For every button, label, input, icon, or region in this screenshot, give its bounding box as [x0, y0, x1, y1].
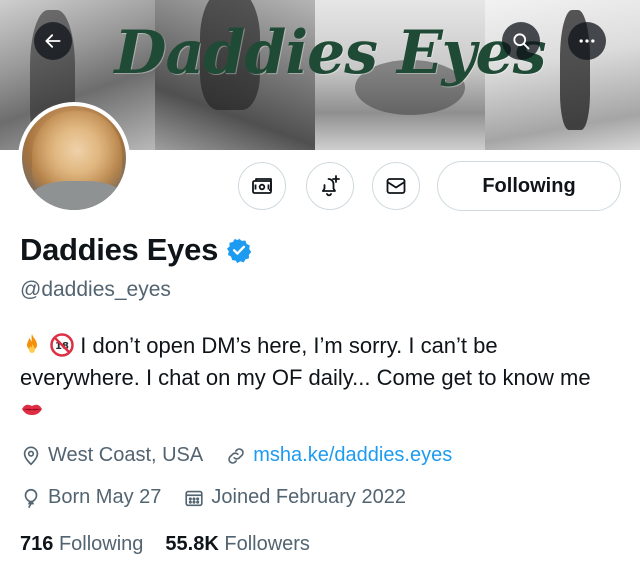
followers-stat[interactable]: 55.8K Followers [165, 533, 310, 556]
following-label: Following [58, 533, 144, 555]
following-button[interactable]: Following [437, 161, 621, 211]
search-button[interactable] [502, 22, 540, 60]
tip-button[interactable] [238, 162, 286, 210]
birthday: Born May 27 [20, 486, 161, 509]
bell-plus-icon [322, 175, 340, 197]
location: West Coast, USA [20, 444, 203, 467]
no-under-18-emoji-icon: 18 [50, 333, 74, 357]
bio: 18 I don’t open DM’s here, I’m sorry. I … [20, 330, 620, 426]
tip-money-icon [252, 178, 272, 194]
fire-emoji-icon [27, 334, 37, 353]
back-button[interactable] [34, 22, 72, 60]
verified-badge-icon[interactable] [226, 237, 252, 263]
kiss-lips-emoji-icon [22, 404, 42, 415]
location-pin-icon [23, 445, 39, 465]
birthday-text: Born May 27 [48, 486, 162, 508]
followers-label: Followers [224, 533, 310, 555]
profile-page: Daddies Eyes Following Daddies Eyes @dad… [0, 0, 640, 569]
bio-text: I don’t open DM’s here, I’m sorry. I can… [20, 333, 591, 390]
website-link-text[interactable]: msha.ke/daddies.eyes [253, 444, 452, 467]
joined-date: Joined February 2022 [183, 486, 406, 509]
name-row: Daddies Eyes [20, 230, 252, 270]
envelope-icon [386, 178, 406, 194]
followers-count: 55.8K [165, 533, 219, 555]
display-name: Daddies Eyes [20, 232, 219, 267]
avatar[interactable] [18, 102, 130, 214]
banner-title: Daddies Eyes [114, 18, 547, 88]
message-button[interactable] [372, 162, 420, 210]
website-link[interactable]: msha.ke/daddies.eyes [225, 444, 452, 467]
meta-row-2: Born May 27 Joined February 2022 [20, 486, 428, 509]
more-button[interactable] [568, 22, 606, 60]
following-count: 716 [20, 533, 54, 555]
follow-stats: 716 Following 55.8K Followers [20, 533, 310, 556]
joined-text: Joined February 2022 [211, 486, 406, 508]
arrow-left-icon [45, 34, 61, 48]
more-horizontal-icon [579, 39, 595, 43]
link-icon [228, 447, 244, 464]
search-icon [513, 33, 530, 50]
following-stat[interactable]: 716 Following [20, 533, 143, 556]
meta-row-1: West Coast, USA msha.ke/daddies.eyes [20, 444, 474, 467]
calendar-icon [185, 490, 204, 506]
notify-button[interactable] [306, 162, 354, 210]
balloon-icon [24, 488, 38, 508]
location-text: West Coast, USA [48, 444, 204, 466]
handle: @daddies_eyes [20, 278, 171, 301]
